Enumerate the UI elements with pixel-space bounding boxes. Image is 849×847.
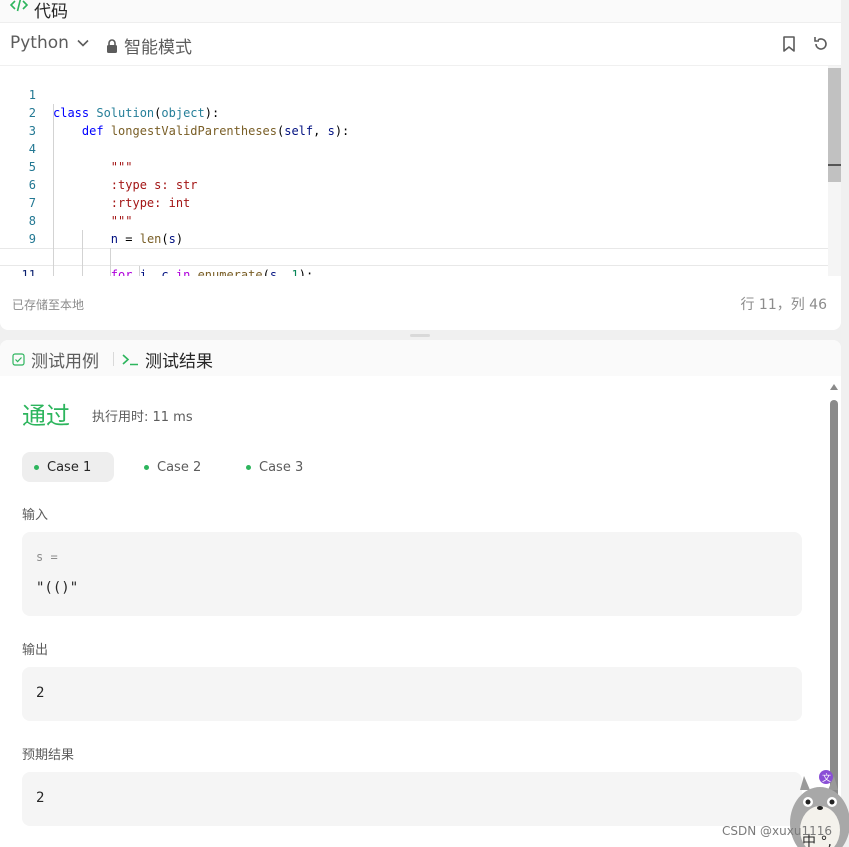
status-dot: [246, 464, 251, 470]
case-label: Case 1: [47, 459, 92, 475]
code-icon: [10, 0, 28, 12]
smart-mode[interactable]: 智能模式: [106, 33, 192, 58]
input-value: "(()": [36, 580, 79, 596]
saved-status: 已存储至本地: [12, 298, 85, 312]
checkbox-icon: [12, 353, 25, 366]
tab-test-cases[interactable]: 测试用例: [12, 347, 99, 372]
cursor-ruler-mark: [828, 164, 841, 166]
code-line: 5 :rtype: int: [0, 140, 828, 210]
code-title-bar: 代码: [0, 0, 841, 23]
code-line: 12 f[i] = f[i - 2] + 2: [0, 266, 828, 276]
code-line: 7 n = len(s): [0, 176, 828, 246]
tab-test-results[interactable]: 测试结果: [122, 347, 213, 372]
runtime-text: 执行用时: 11 ms: [92, 410, 193, 425]
code-line: 1 class Solution(object):: [0, 68, 828, 120]
code-line: 10 if c == ")":: [0, 230, 828, 264]
output-box: 2: [22, 667, 802, 721]
case-3-button[interactable]: Case 3: [234, 452, 315, 482]
smart-mode-label: 智能模式: [124, 38, 192, 58]
input-box: s = "(()": [22, 532, 802, 616]
editor-scrollbar[interactable]: [828, 66, 841, 276]
code-line: 9 for i, c in enumerate(s, 1):: [0, 212, 828, 276]
lock-icon: [107, 38, 117, 53]
terminal-icon: [122, 354, 138, 366]
test-tabs-bar: 测试用例 测试结果: [0, 340, 841, 376]
code-line: 4 :type s: str: [0, 122, 828, 192]
code-lines: 1 class Solution(object): 2 def longestV…: [0, 68, 828, 276]
expected-label: 预期结果: [22, 748, 75, 763]
expected-value: 2: [36, 790, 45, 806]
panel-resize-handle[interactable]: [410, 334, 430, 337]
editor-status-bar: 已存储至本地 行 11，列 46: [0, 292, 841, 328]
tab-test-results-label: 测试结果: [145, 352, 213, 372]
case-label: Case 3: [259, 459, 304, 475]
scroll-up-arrow-icon[interactable]: [830, 384, 838, 390]
svg-text:文: 文: [822, 772, 831, 784]
status-dot: [34, 464, 39, 470]
editor-toolbar: Python 智能模式: [0, 23, 841, 65]
status-dot: [144, 464, 149, 470]
code-editor[interactable]: 1 class Solution(object): 2 def longestV…: [0, 65, 841, 276]
csdn-watermark: CSDN @xuxu1116: [722, 824, 832, 838]
tab-test-cases-label: 测试用例: [31, 352, 99, 372]
code-panel: 代码 Python 智能模式 1 class Solution(object):…: [0, 0, 841, 330]
case-1-button[interactable]: Case 1: [22, 452, 114, 482]
input-variable-name: s =: [36, 550, 58, 564]
result-status: 通过: [22, 402, 70, 430]
output-value: 2: [36, 685, 45, 701]
chevron-down-icon: [77, 39, 89, 47]
code-line-current: 11 if i > 1 and s[i - 2] == "(":: [0, 248, 828, 276]
case-2-button[interactable]: Case 2: [132, 452, 213, 482]
test-panel: 测试用例 测试结果 通过 执行用时: 11 ms Case 1 Case 2 C…: [0, 340, 841, 847]
input-label: 输入: [22, 508, 49, 523]
language-select[interactable]: Python: [10, 33, 89, 53]
code-line: 2 def longestValidParentheses(self, s):: [0, 86, 828, 138]
output-label: 输出: [22, 643, 49, 658]
tab-divider: [113, 352, 114, 366]
code-line: 8 f = [0] * (n + 1): [0, 194, 828, 264]
code-line: 6 """: [0, 158, 828, 228]
code-panel-title: 代码: [34, 2, 68, 22]
cursor-position[interactable]: 行 11，列 46: [740, 294, 827, 314]
reset-icon[interactable]: [812, 35, 830, 53]
case-label: Case 2: [157, 459, 202, 475]
code-line: 3 """: [0, 104, 828, 174]
language-label: Python: [10, 33, 69, 53]
expected-box: 2: [22, 772, 802, 826]
bookmark-icon[interactable]: [780, 35, 798, 53]
